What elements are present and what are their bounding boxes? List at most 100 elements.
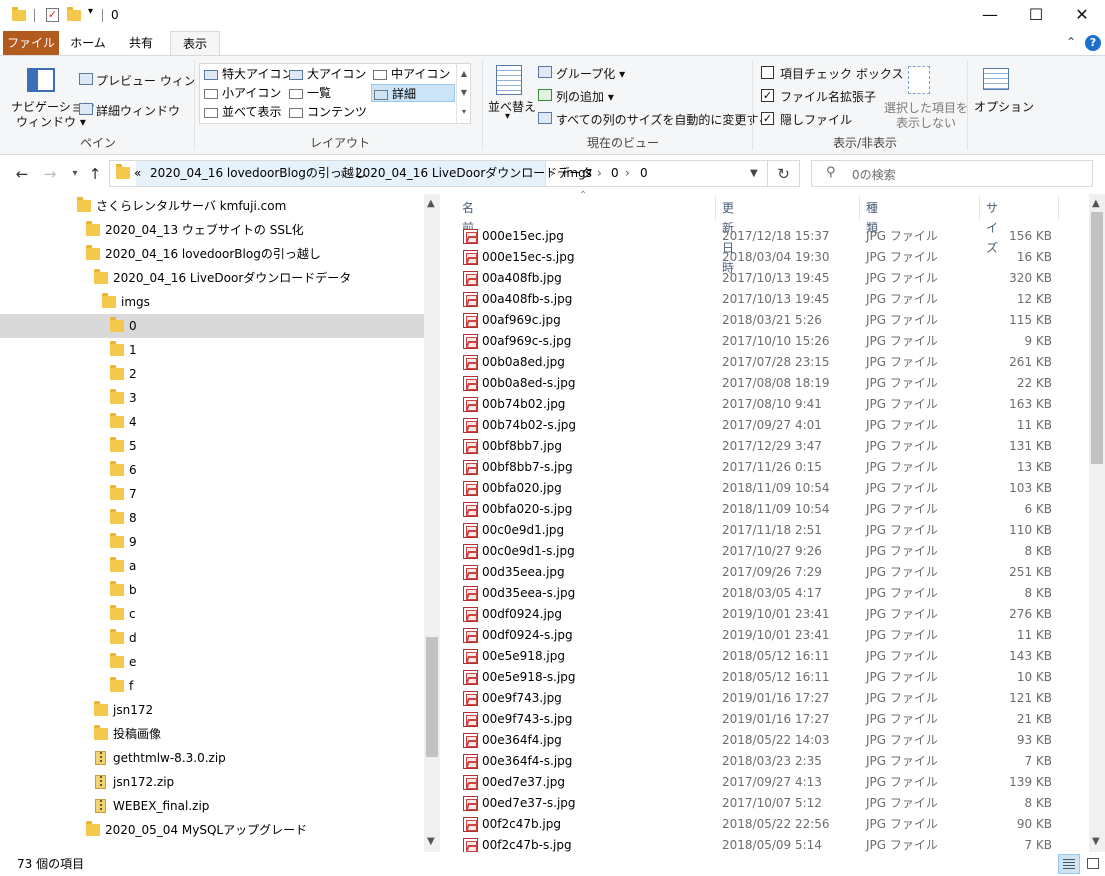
- up-button[interactable]: ↑: [85, 164, 105, 184]
- file-row[interactable]: 000e15ec-s.jpg 2018/03/04 19:30 JPG ファイル 16…: [458, 247, 1058, 268]
- column-divider[interactable]: [1058, 196, 1059, 220]
- column-header-size[interactable]: サイズ: [986, 198, 998, 255]
- item-checkboxes-checkbox[interactable]: [761, 66, 774, 79]
- tab-share[interactable]: 共有: [118, 31, 164, 55]
- file-row[interactable]: 00a408fb-s.jpg 2017/10/13 19:45 JPG ファイル 12…: [458, 289, 1058, 310]
- tab-view[interactable]: 表示: [170, 31, 220, 55]
- hidden-items-checkbox[interactable]: ✓: [761, 112, 774, 125]
- large-icons-view-icon[interactable]: [1083, 854, 1103, 874]
- layout-list[interactable]: 一覧: [289, 84, 331, 102]
- file-row[interactable]: 00ed7e37.jpg 2017/09/27 4:13 JPG ファイル 139 K…: [458, 772, 1058, 793]
- layout-tiles[interactable]: 並べて表示: [204, 103, 282, 121]
- file-row[interactable]: 00b0a8ed.jpg 2017/07/28 23:15 JPG ファイル 261 …: [458, 352, 1058, 373]
- file-row[interactable]: 00ed7e37-s.jpg 2017/10/07 5:12 JPG ファイル 8 K…: [458, 793, 1058, 814]
- tree-item[interactable]: さくらレンタルサーバ kmfuji.com: [0, 194, 424, 218]
- sort-by-icon[interactable]: [496, 65, 522, 95]
- file-row[interactable]: 000e15ec.jpg 2017/12/18 15:37 JPG ファイル 156 …: [458, 226, 1058, 247]
- navigation-pane-dropdown[interactable]: ウィンドウ ▾: [16, 113, 86, 130]
- layout-medium-icons[interactable]: 中アイコン: [373, 65, 450, 83]
- search-box[interactable]: ⚲ 0の検索: [811, 160, 1093, 187]
- file-row[interactable]: 00bfa020.jpg 2018/11/09 10:54 JPG ファイル 103 …: [458, 478, 1058, 499]
- column-divider[interactable]: [979, 196, 980, 220]
- breadcrumb-separator[interactable]: ›: [625, 161, 630, 186]
- file-row[interactable]: 00e9f743-s.jpg 2019/01/16 17:27 JPG ファイル 21…: [458, 709, 1058, 730]
- column-header-date[interactable]: 更新日時: [722, 198, 734, 275]
- sort-by-dropdown-icon[interactable]: ▾: [505, 111, 510, 122]
- column-divider[interactable]: [715, 196, 716, 220]
- layout-gallery-scroll[interactable]: ▲ ▼ ▾: [456, 64, 471, 123]
- file-row[interactable]: 00e5e918-s.jpg 2018/05/12 16:11 JPG ファイル 10…: [458, 667, 1058, 688]
- file-extensions-checkbox[interactable]: ✓: [761, 89, 774, 102]
- breadcrumb-item[interactable]: 0: [640, 161, 648, 186]
- minimize-button[interactable]: —: [967, 0, 1013, 31]
- hide-selected-icon[interactable]: [908, 66, 930, 94]
- forward-button[interactable]: →: [40, 164, 60, 184]
- close-button[interactable]: ✕: [1059, 0, 1105, 31]
- scroll-up-icon[interactable]: ▲: [427, 198, 435, 209]
- hidden-items-label[interactable]: 隠しファイル: [780, 111, 852, 128]
- new-folder-icon[interactable]: [67, 7, 81, 21]
- file-row[interactable]: 00bf8bb7-s.jpg 2017/11/26 0:15 JPG ファイル 13 …: [458, 457, 1058, 478]
- file-row[interactable]: 00bfa020-s.jpg 2018/11/09 10:54 JPG ファイル 6 …: [458, 499, 1058, 520]
- column-header-name[interactable]: 名前: [462, 198, 474, 235]
- navigation-pane-icon[interactable]: [27, 68, 55, 92]
- layout-small-icons[interactable]: 小アイコン: [204, 84, 281, 102]
- file-row[interactable]: 00b0a8ed-s.jpg 2017/08/08 18:19 JPG ファイル 22…: [458, 373, 1058, 394]
- file-row[interactable]: 00b74b02-s.jpg 2017/09/27 4:01 JPG ファイル 11 …: [458, 415, 1058, 436]
- file-row[interactable]: 00df0924.jpg 2019/10/01 23:41 JPG ファイル 276 …: [458, 604, 1058, 625]
- layout-large-icons[interactable]: 大アイコン: [289, 65, 366, 83]
- add-columns-button[interactable]: 列の追加 ▾: [556, 88, 614, 105]
- file-row[interactable]: 00af969c-s.jpg 2017/10/10 15:26 JPG ファイル 9 …: [458, 331, 1058, 352]
- file-row[interactable]: 00d35eea.jpg 2017/09/26 7:29 JPG ファイル 251 K…: [458, 562, 1058, 583]
- quick-access-dropdown-icon[interactable]: ▾: [88, 6, 93, 17]
- file-row[interactable]: 00f2c47b-s.jpg 2018/05/09 5:14 JPG ファイル 7 K…: [458, 835, 1058, 852]
- breadcrumb-separator[interactable]: ›: [597, 161, 602, 186]
- sort-by-button[interactable]: 並べ替え: [488, 98, 536, 115]
- search-input[interactable]: 0の検索: [852, 166, 896, 183]
- layout-details[interactable]: 詳細: [371, 84, 455, 102]
- address-dropdown-icon[interactable]: ▼: [750, 161, 758, 186]
- file-row[interactable]: 00df0924-s.jpg 2019/10/01 23:41 JPG ファイル 11…: [458, 625, 1058, 646]
- details-view-icon[interactable]: [1058, 854, 1080, 874]
- options-button[interactable]: オプション: [974, 98, 1034, 115]
- folder-icon[interactable]: [12, 7, 26, 21]
- breadcrumb-separator[interactable]: ›: [340, 161, 345, 186]
- column-header-type[interactable]: 種類: [866, 198, 878, 235]
- ribbon-collapse-icon[interactable]: ⌃: [1066, 35, 1076, 49]
- file-row[interactable]: 00e364f4.jpg 2018/05/22 14:03 JPG ファイル 93 K…: [458, 730, 1058, 751]
- scroll-up-icon[interactable]: ▲: [1092, 198, 1100, 209]
- column-divider[interactable]: [859, 196, 860, 220]
- breadcrumb-separator[interactable]: ›: [550, 161, 555, 186]
- file-row[interactable]: 00b74b02.jpg 2017/08/10 9:41 JPG ファイル 163 K…: [458, 394, 1058, 415]
- options-icon[interactable]: [983, 68, 1009, 90]
- file-row[interactable]: 00c0e9d1-s.jpg 2017/10/27 9:26 JPG ファイル 8 K…: [458, 541, 1058, 562]
- breadcrumb-item[interactable]: 2020_04_16 LiveDoorダウンロードデータ: [355, 161, 593, 186]
- breadcrumb-item[interactable]: imgs: [563, 161, 592, 186]
- group-by-button[interactable]: グループ化 ▾: [556, 65, 625, 82]
- file-row[interactable]: 00d35eea-s.jpg 2018/03/05 4:17 JPG ファイル 8 K…: [458, 583, 1058, 604]
- back-button[interactable]: ←: [12, 164, 32, 184]
- file-row[interactable]: 00c0e9d1.jpg 2017/11/18 2:51 JPG ファイル 110 K…: [458, 520, 1058, 541]
- layout-extra-large-icons[interactable]: 特大アイコン: [204, 65, 293, 83]
- layout-content[interactable]: コンテンツ: [289, 103, 367, 121]
- file-row[interactable]: 00af969c.jpg 2018/03/21 5:26 JPG ファイル 115 K…: [458, 310, 1058, 331]
- maximize-button[interactable]: ☐: [1013, 0, 1059, 31]
- tab-file[interactable]: ファイル: [3, 31, 59, 55]
- help-icon[interactable]: ?: [1085, 35, 1101, 51]
- file-row[interactable]: 00e364f4-s.jpg 2018/03/23 2:35 JPG ファイル 7 K…: [458, 751, 1058, 772]
- details-pane-button[interactable]: 詳細ウィンドウ: [96, 102, 180, 119]
- scroll-down-icon[interactable]: ▼: [1092, 836, 1100, 847]
- refresh-button[interactable]: ↻: [768, 160, 800, 187]
- file-row[interactable]: 00bf8bb7.jpg 2017/12/29 3:47 JPG ファイル 131 K…: [458, 436, 1058, 457]
- hide-selected-line2[interactable]: 表示しない: [896, 114, 956, 131]
- file-extensions-label[interactable]: ファイル名拡張子: [780, 88, 876, 105]
- recent-locations-icon[interactable]: ▾: [65, 164, 85, 184]
- breadcrumb-item[interactable]: 2020_04_16 lovedoorBlogの引っ越し: [150, 161, 366, 186]
- item-checkboxes-label[interactable]: 項目チェック ボックス: [780, 65, 903, 82]
- file-row[interactable]: 00e5e918.jpg 2018/05/12 16:11 JPG ファイル 143 …: [458, 646, 1058, 667]
- breadcrumb-overflow[interactable]: «: [134, 161, 141, 186]
- file-list-scrollbar[interactable]: ▲ ▼: [1089, 194, 1105, 852]
- address-bar[interactable]: « 2020_04_16 lovedoorBlogの引っ越し › 2020_04…: [109, 160, 768, 187]
- properties-icon[interactable]: ✓: [46, 8, 59, 22]
- file-row[interactable]: 00a408fb.jpg 2017/10/13 19:45 JPG ファイル 320 …: [458, 268, 1058, 289]
